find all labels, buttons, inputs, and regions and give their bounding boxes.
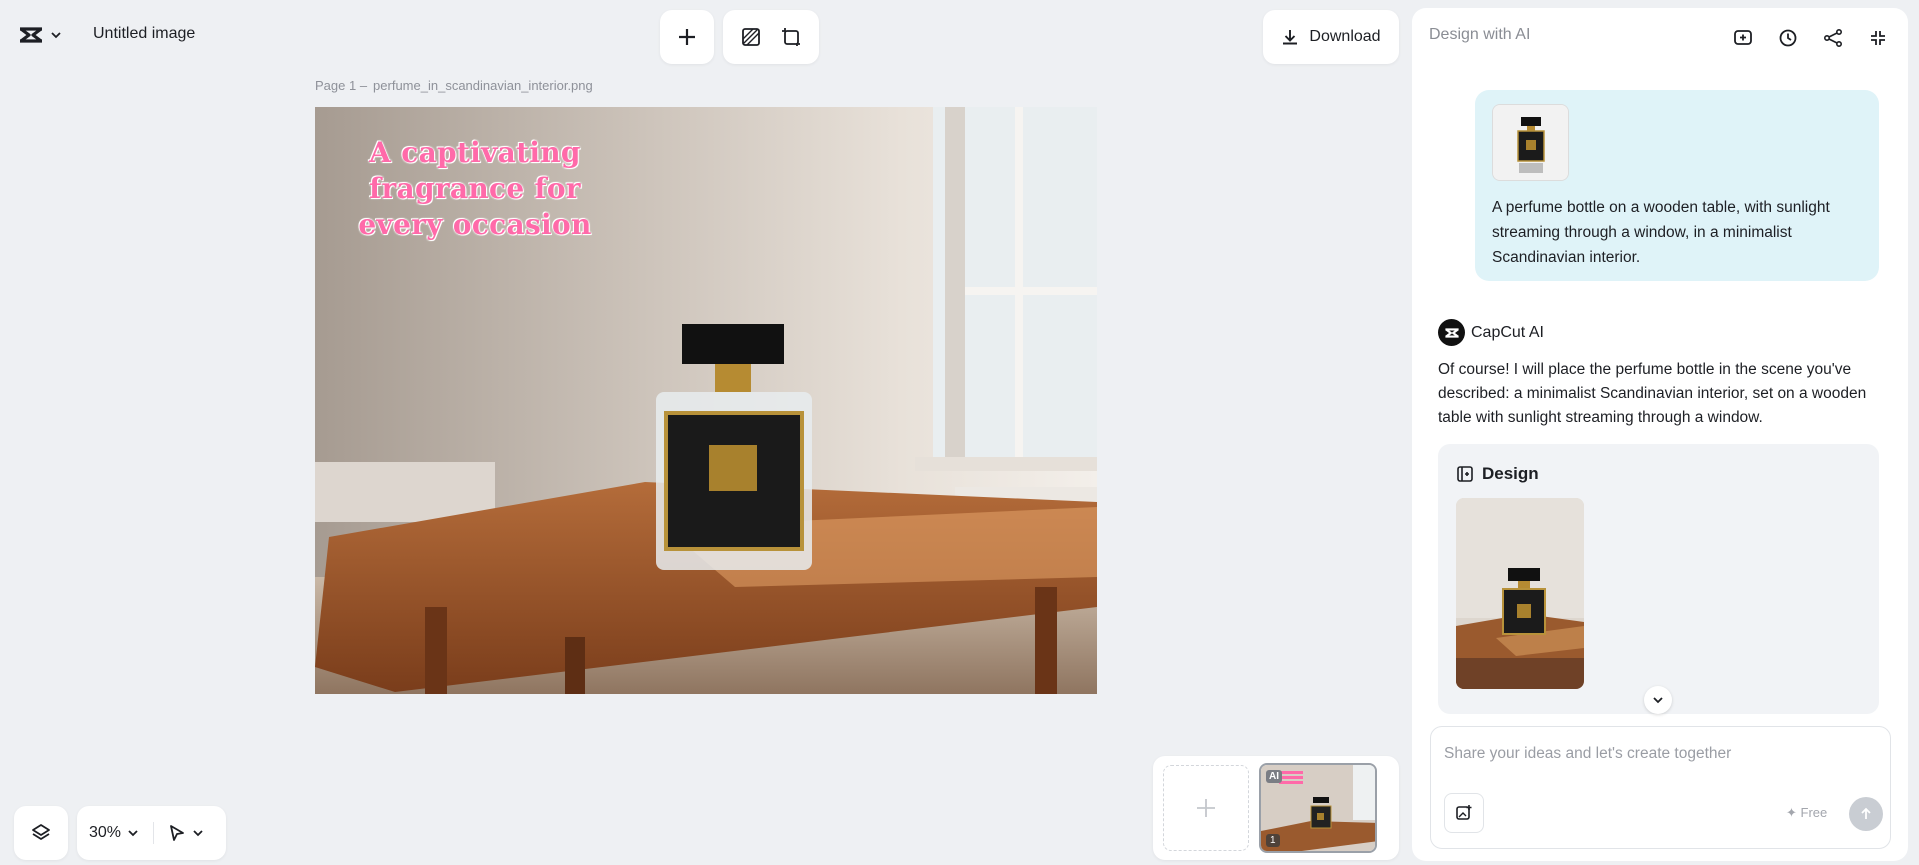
panel-title: Design with AI <box>1429 26 1531 43</box>
ai-message-text: Of course! I will place the perfume bott… <box>1438 361 1867 426</box>
capcut-logo-icon <box>18 25 44 45</box>
background-removal-icon[interactable] <box>741 27 761 47</box>
ai-name: CapCut AI <box>1471 323 1544 341</box>
download-icon <box>1281 28 1299 46</box>
design-header: Design <box>1456 464 1539 484</box>
chat-input-field[interactable] <box>1444 745 1874 763</box>
user-message: A perfume bottle on a wooden table, with… <box>1475 90 1879 281</box>
share-icon[interactable] <box>1817 22 1849 54</box>
layers-icon <box>31 823 51 843</box>
headline-line: fragrance for <box>369 172 581 205</box>
add-element-button[interactable] <box>660 10 714 64</box>
history-icon[interactable] <box>1772 22 1804 54</box>
logo-menu-button[interactable] <box>18 20 62 50</box>
download-label: Download <box>1309 28 1381 45</box>
expand-button[interactable] <box>1644 686 1672 714</box>
design-icon <box>1456 465 1474 483</box>
chat-composer: ✦ Free <box>1430 726 1891 849</box>
design-result-card: Design <box>1438 444 1879 714</box>
page-label: Page 1 – <box>315 78 368 93</box>
page-strip: AI 1 <box>1153 756 1399 860</box>
page-number: 1 <box>1266 834 1280 847</box>
send-button[interactable] <box>1849 797 1883 831</box>
chevron-down-icon <box>50 29 62 41</box>
image-upload-icon <box>1455 804 1473 822</box>
plus-icon <box>677 27 697 47</box>
add-page-button[interactable] <box>1163 765 1249 851</box>
reference-image-thumbnail[interactable] <box>1492 104 1569 181</box>
chevron-down-icon <box>1652 694 1664 706</box>
arrow-up-icon <box>1859 807 1873 821</box>
upload-image-button[interactable] <box>1444 793 1484 833</box>
page-caption: Page 1 – perfume_in_scandinavian_interio… <box>315 78 593 93</box>
resize-icon[interactable] <box>781 27 801 47</box>
chevron-down-icon[interactable] <box>127 827 139 839</box>
layers-button[interactable] <box>14 806 68 860</box>
zoom-level[interactable]: 30% <box>89 824 121 842</box>
design-result-thumbnail[interactable] <box>1456 498 1584 689</box>
file-name[interactable]: perfume_in_scandinavian_interior.png <box>373 78 593 93</box>
new-chat-icon[interactable] <box>1727 22 1759 54</box>
document-title[interactable]: Untitled image <box>93 25 195 43</box>
headline-line: A captivating <box>369 136 581 169</box>
ai-header: CapCut AI <box>1438 319 1544 346</box>
zoom-controls: 30% <box>77 806 226 860</box>
page-thumbnail[interactable]: AI 1 <box>1259 763 1377 853</box>
chevron-down-icon[interactable] <box>192 827 204 839</box>
pointer-icon[interactable] <box>168 824 186 842</box>
canvas-image[interactable]: A captivating fragrance for every occasi… <box>315 107 1097 694</box>
image-tool-group <box>723 10 819 64</box>
free-label: ✦ Free <box>1786 805 1828 820</box>
download-button[interactable]: Download <box>1263 10 1399 64</box>
user-message-text: A perfume bottle on a wooden table, with… <box>1492 199 1830 266</box>
headline-line: every occasion <box>358 208 592 241</box>
capcut-logo-icon <box>1438 319 1465 346</box>
divider <box>153 822 155 844</box>
plus-icon <box>1195 797 1217 819</box>
collapse-icon[interactable] <box>1862 22 1894 54</box>
ai-badge: AI <box>1266 770 1282 783</box>
design-label: Design <box>1482 464 1539 483</box>
panel-actions <box>1727 22 1894 54</box>
ai-design-panel: Design with AI A perfume bottle on a woo <box>1412 8 1908 861</box>
canvas-headline[interactable]: A captivating fragrance for every occasi… <box>355 135 595 243</box>
